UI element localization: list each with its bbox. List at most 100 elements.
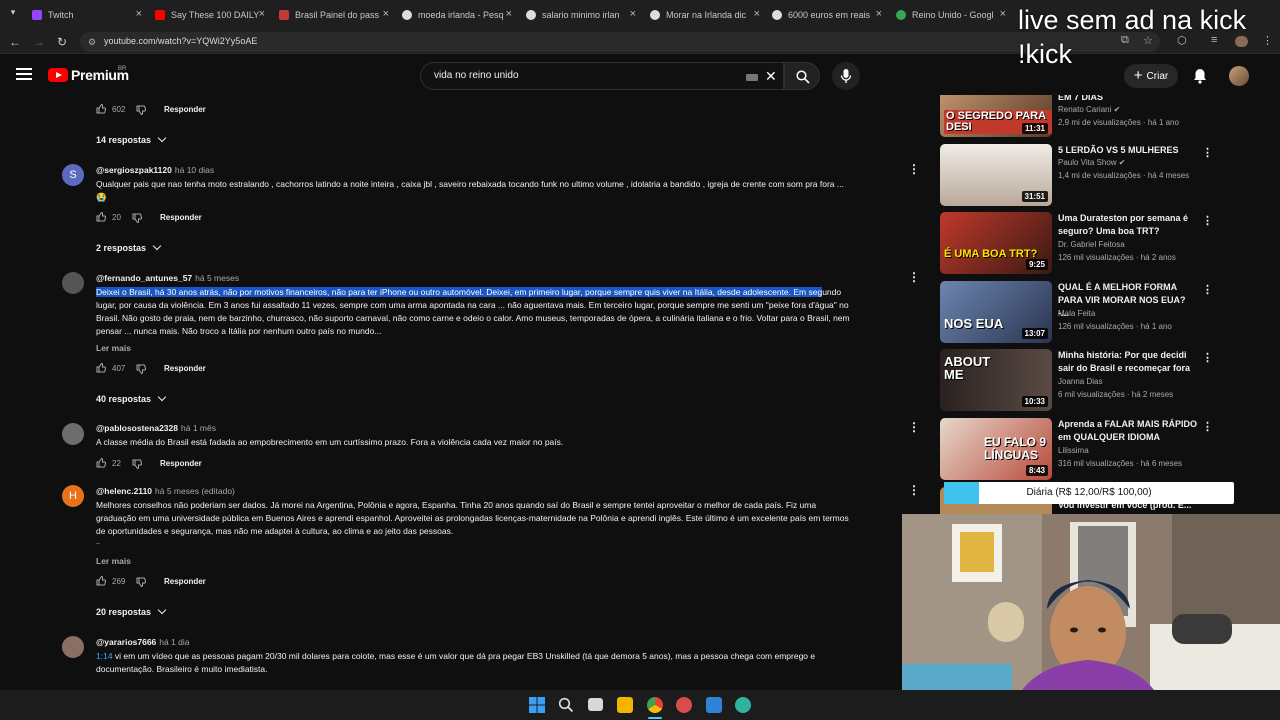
- browser-tab[interactable]: Say These 100 DAILY ×: [155, 4, 265, 26]
- like-icon[interactable]: [96, 212, 106, 222]
- taskbar-search-icon[interactable]: [558, 697, 574, 713]
- browser-tab[interactable]: 6000 euros em reais ×: [772, 4, 882, 26]
- comment-handle[interactable]: @pablosostena2328: [96, 423, 178, 433]
- reply-button[interactable]: Responder: [164, 577, 206, 586]
- timestamp-link[interactable]: 1:14: [96, 651, 113, 661]
- close-icon[interactable]: ×: [876, 8, 882, 20]
- url-text[interactable]: youtube.com/watch?v=YQWi2Yy5oAE: [104, 36, 257, 46]
- app-settings-icon[interactable]: [676, 697, 692, 713]
- comment-author[interactable]: @fernando_antunes_57 há 5 meses: [96, 273, 239, 283]
- recommended-video[interactable]: 31:51 5 LERDÃO VS 5 MULHERES Paulo Vita …: [940, 144, 1240, 208]
- task-view-icon[interactable]: [588, 698, 603, 711]
- like-icon[interactable]: [96, 576, 106, 586]
- channel-label[interactable]: Renato Cariani: [1058, 105, 1111, 114]
- browser-menu-icon[interactable]: ⋮: [1262, 34, 1273, 47]
- reply-button[interactable]: Responder: [164, 105, 206, 114]
- close-icon[interactable]: ×: [383, 8, 389, 20]
- comment-handle[interactable]: @fernando_antunes_57: [96, 273, 192, 283]
- search-button[interactable]: [784, 62, 820, 90]
- recommended-video[interactable]: NOS EUA 13:07 QUAL É A MELHOR FORMA PARA …: [940, 281, 1240, 345]
- close-icon[interactable]: ×: [136, 8, 142, 20]
- comment-menu-icon[interactable]: ⋮: [908, 162, 920, 176]
- view-replies-button[interactable]: 40 respostas: [96, 392, 167, 404]
- comment-author[interactable]: @sergioszpak1120 há 10 dias: [96, 165, 214, 175]
- reply-button[interactable]: Responder: [164, 364, 206, 373]
- video-title[interactable]: Aprenda a FALAR MAIS RÁPIDO em QUALQUER …: [1058, 418, 1198, 444]
- video-menu-icon[interactable]: ⋮: [1202, 420, 1213, 433]
- browser-tab[interactable]: Reino Unido - Googl ×: [896, 4, 1006, 26]
- commenter-avatar[interactable]: [62, 423, 84, 445]
- reply-button[interactable]: Responder: [160, 459, 202, 468]
- comment-author[interactable]: @pablosostena2328 há 1 mês: [96, 423, 216, 433]
- dislike-icon[interactable]: [136, 105, 146, 115]
- clear-search-icon[interactable]: ✕: [765, 68, 777, 85]
- video-menu-icon[interactable]: ⋮: [1202, 146, 1213, 159]
- hamburger-menu-icon[interactable]: [16, 68, 32, 80]
- browser-tab[interactable]: moeda irlanda - Pesq ×: [402, 4, 512, 26]
- close-icon[interactable]: ×: [754, 8, 760, 20]
- commenter-avatar[interactable]: H: [62, 485, 84, 507]
- address-bar[interactable]: ⚙ youtube.com/watch?v=YQWi2Yy5oAE: [80, 32, 1160, 52]
- comment-time[interactable]: há 1 mês: [181, 423, 216, 433]
- like-icon[interactable]: [96, 363, 106, 373]
- channel-name[interactable]: Joanna Dias: [1058, 377, 1102, 386]
- comment-time[interactable]: há 10 dias: [175, 165, 214, 175]
- comment-time[interactable]: há 5 meses: [195, 273, 239, 283]
- video-title[interactable]: Uma Durateston por semana é seguro? Uma …: [1058, 212, 1198, 238]
- channel-name[interactable]: Renato Cariani ✔: [1058, 105, 1120, 114]
- comment-menu-icon[interactable]: ⋮: [908, 420, 920, 434]
- close-icon[interactable]: ×: [630, 8, 636, 20]
- channel-name[interactable]: Mala Feita: [1058, 309, 1095, 318]
- video-thumbnail[interactable]: NOS EUA 13:07: [940, 281, 1052, 343]
- video-title[interactable]: Minha história: Por que decidi sair do B…: [1058, 349, 1198, 375]
- recommended-video[interactable]: É UMA BOA TRT? 9:25 Uma Durateston por se…: [940, 212, 1240, 276]
- forward-icon[interactable]: →: [31, 34, 47, 50]
- keyboard-icon[interactable]: [746, 74, 758, 81]
- reply-button[interactable]: Responder: [160, 213, 202, 222]
- like-icon[interactable]: [96, 104, 106, 114]
- view-replies-button[interactable]: 2 respostas: [96, 241, 162, 253]
- video-menu-icon[interactable]: ⋮: [1202, 283, 1213, 296]
- read-more-button[interactable]: Ler mais: [96, 556, 131, 566]
- comment-menu-icon[interactable]: ⋮: [908, 483, 920, 497]
- view-replies-button[interactable]: 20 respostas: [96, 605, 167, 617]
- video-thumbnail[interactable]: É UMA BOA TRT? 9:25: [940, 212, 1052, 274]
- store-icon[interactable]: [706, 697, 722, 713]
- recommended-video[interactable]: ABOUT ME 10:33 Minha história: Por que de…: [940, 349, 1240, 413]
- comment-time[interactable]: há 5 meses (editado): [155, 486, 235, 496]
- comment-menu-icon[interactable]: ⋮: [908, 270, 920, 284]
- channel-name[interactable]: Lilissima: [1058, 446, 1089, 455]
- comment-author[interactable]: @yararios7666 há 1 dia: [96, 637, 190, 647]
- recommended-video[interactable]: EU FALO 9 LÍNGUAS 8:43 Aprenda a FALAR MA…: [940, 418, 1240, 482]
- commenter-avatar[interactable]: S: [62, 164, 84, 186]
- windows-start-icon[interactable]: [529, 697, 545, 713]
- channel-name[interactable]: Paulo Vita Show ✔: [1058, 158, 1126, 167]
- comment-handle[interactable]: @helenc.2110: [96, 486, 152, 496]
- youtube-premium-logo[interactable]: Premium BR: [48, 66, 129, 83]
- video-title[interactable]: EM 7 DIAS: [1058, 95, 1198, 104]
- back-icon[interactable]: ←: [7, 34, 23, 50]
- dislike-icon[interactable]: [132, 459, 142, 469]
- browser-tab[interactable]: Twitch ×: [32, 4, 142, 26]
- browser-tab[interactable]: salario minimo irlan ×: [526, 4, 636, 26]
- video-menu-icon[interactable]: ⋮: [1202, 351, 1213, 364]
- comment-time[interactable]: há 1 dia: [159, 637, 189, 647]
- dislike-icon[interactable]: [136, 364, 146, 374]
- dislike-icon[interactable]: [132, 213, 142, 223]
- file-explorer-icon[interactable]: [617, 697, 633, 713]
- channel-name[interactable]: Dr. Gabriel Feitosa: [1058, 240, 1125, 249]
- browser-app-icon[interactable]: [735, 697, 751, 713]
- comment-handle[interactable]: @yararios7666: [96, 637, 156, 647]
- search-input[interactable]: [434, 70, 734, 81]
- video-thumbnail[interactable]: ABOUT ME 10:33: [940, 349, 1052, 411]
- like-icon[interactable]: [96, 458, 106, 468]
- video-thumbnail[interactable]: EU FALO 9 LÍNGUAS 8:43: [940, 418, 1052, 480]
- tab-search-icon[interactable]: ▾: [6, 7, 20, 21]
- browser-tab[interactable]: Morar na Irlanda dic ×: [650, 4, 760, 26]
- commenter-avatar[interactable]: [62, 636, 84, 658]
- close-icon[interactable]: ×: [259, 8, 265, 20]
- channel-label[interactable]: Paulo Vita Show: [1058, 158, 1117, 167]
- comment-handle[interactable]: @sergioszpak1120: [96, 165, 172, 175]
- comment-author[interactable]: @helenc.2110 há 5 meses (editado): [96, 486, 235, 496]
- video-thumbnail[interactable]: 31:51: [940, 144, 1052, 206]
